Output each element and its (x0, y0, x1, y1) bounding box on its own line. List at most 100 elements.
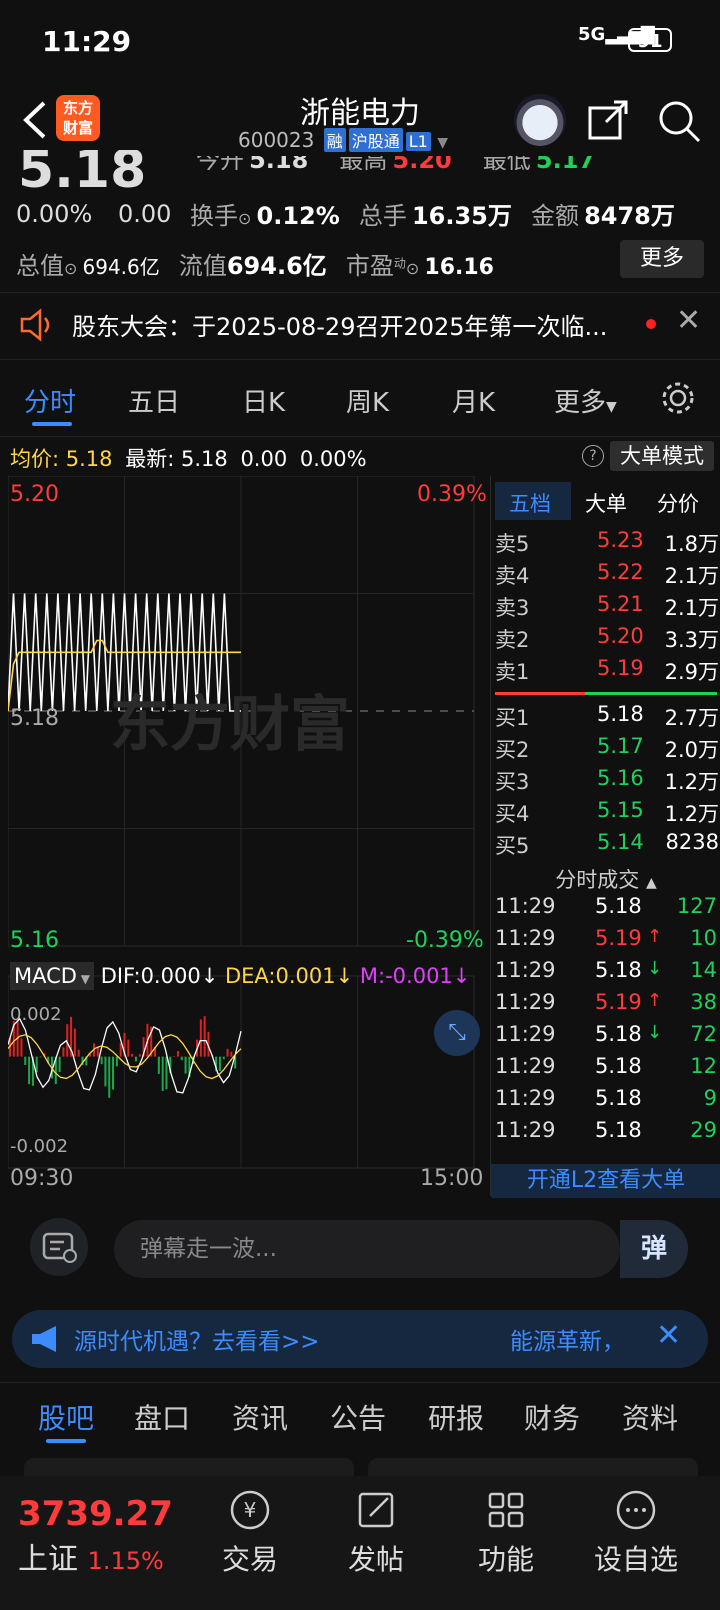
tick-row: 11:29 5.18 9 (495, 1086, 717, 1110)
tab-market-depth[interactable]: 盘口 (134, 1397, 190, 1437)
edit-icon (358, 1492, 394, 1528)
stock-code: 600023 (238, 128, 315, 152)
intraday-chart[interactable] (8, 476, 486, 1196)
macd-panel (8, 975, 475, 1169)
info-tabs: 股吧 盘口 资讯 公告 研报 财务 资料 (0, 1382, 720, 1449)
tab-five-day[interactable]: 五日 (128, 382, 180, 419)
notice-bar[interactable]: 股东大会：于2025-08-29召开2025年第一次临... ✕ (0, 292, 720, 360)
expand-icon[interactable]: ⤡ (434, 1010, 480, 1056)
pe-value: 16.16 (424, 255, 494, 280)
index-value: 3739.27 (18, 1494, 173, 1534)
share-icon[interactable] (586, 98, 630, 142)
y-axis-top: 5.20 (10, 482, 59, 507)
index-ticker[interactable]: 3739.27 上证 1.15% (18, 1494, 173, 1578)
big-order-mode-button[interactable]: 大单模式 (610, 441, 714, 471)
assistant-robot-icon[interactable] (514, 94, 566, 146)
index-pct: 1.15% (87, 1547, 164, 1575)
tag-connect: 沪股通 (348, 128, 403, 152)
quote-stats-row2: 总值⊙ 694.6亿 流值694.6亿 市盈动⊙ 16.16 (16, 252, 494, 280)
mktcap-label: 总值 (16, 252, 64, 280)
settings-gear-icon[interactable] (660, 380, 696, 416)
y-axis-top-pct: 0.39% (417, 482, 487, 507)
macd-axis-top: 0.002 (10, 1004, 62, 1025)
tab-five-level[interactable]: 五档 (509, 488, 551, 518)
volume-value: 16.35万 (411, 202, 512, 230)
promo-banner[interactable]: 源时代机遇？去看看>> 能源革新， ✕ (12, 1310, 708, 1368)
banner-text: 源时代机遇？去看看>> (74, 1329, 320, 1355)
float-value: 694.6亿 (226, 252, 327, 280)
nav-add-watchlist[interactable]: 设自选 (576, 1476, 696, 1578)
tab-profile[interactable]: 资料 (622, 1397, 678, 1437)
more-quote-button[interactable]: 更多 (620, 240, 704, 278)
search-icon[interactable] (656, 98, 702, 144)
ticks-header[interactable]: 分时成交 ▲ (491, 864, 720, 894)
stock-code-row[interactable]: 600023 融沪股通 L1 ▼ (238, 128, 448, 152)
close-icon[interactable]: ✕ (676, 303, 701, 338)
index-name: 上证 (18, 1542, 78, 1577)
tab-big-order[interactable]: 大单 (585, 488, 627, 518)
macd-dea: DEA:0.001↓ (224, 964, 354, 988)
ask-level-3: 卖3 5.21 2.1万 (495, 592, 719, 620)
nav-post[interactable]: 发帖 (316, 1476, 436, 1578)
dropdown-icon[interactable]: ▼ (437, 135, 448, 151)
status-bar: 11:29 5G▂▃▅▇ 91 (0, 0, 720, 80)
average-price-bar: 均价: 5.18 最新: 5.18 0.00 0.00% ? 大单模式 (0, 436, 720, 473)
tick-row: 11:29 5.18 ↓ 72 (495, 1022, 717, 1046)
tab-daily-k[interactable]: 日K (242, 382, 285, 419)
turnover-value: 0.12% (256, 202, 340, 230)
yen-coin-icon: ¥ (230, 1490, 270, 1530)
macd-selector[interactable]: MACD ▼ (10, 962, 94, 990)
bid-level-1: 买1 5.18 2.7万 (495, 702, 719, 730)
status-time: 11:29 (42, 25, 132, 58)
pe-label: 市盈 (345, 252, 394, 280)
bid-level-3: 买3 5.16 1.2万 (495, 766, 719, 794)
x-axis-start: 09:30 (10, 1166, 74, 1191)
tab-weekly-k[interactable]: 周K (346, 382, 389, 419)
y-axis-bottom-pct: -0.39% (406, 928, 484, 953)
change-value: 0.00 (118, 200, 172, 228)
macd-dif: DIF:0.000↓ (100, 964, 219, 988)
y-axis-mid: 5.18 (10, 706, 59, 731)
order-book: 五档 大单 分价 卖5 5.23 1.8万 卖4 5.22 2.1万 卖3 5.21 2.1万卖… (490, 476, 720, 1198)
latest-value: 5.18 (180, 447, 228, 471)
tick-row: 11:29 5.18 29 (495, 1118, 717, 1142)
tick-row: 11:29 5.19 ↑ 38 (495, 990, 717, 1014)
ask-bid-divider-red (495, 692, 585, 695)
help-icon[interactable]: ? (582, 445, 604, 467)
unread-dot (646, 319, 656, 329)
tab-financials[interactable]: 财务 (524, 1397, 580, 1437)
quote-row-scrolled: 今开 5.18 最高 5.20 最低 5.17 (196, 156, 596, 170)
ask-level-4: 卖4 5.22 2.1万 (495, 560, 719, 588)
current-price: 5.18 (18, 150, 147, 194)
tab-announcements[interactable]: 公告 (330, 1397, 386, 1437)
latest-pct: 0.00% (299, 447, 367, 471)
avg-value: 5.18 (65, 447, 113, 471)
amount-label: 金额 (530, 202, 579, 230)
danmu-toggle-icon[interactable] (30, 1218, 88, 1276)
nav-trade[interactable]: ¥ 交易 (190, 1476, 310, 1578)
close-icon[interactable]: ✕ (656, 1318, 681, 1353)
bid-level-2: 买2 5.17 2.0万 (495, 734, 719, 762)
tab-monthly-k[interactable]: 月K (452, 382, 495, 419)
tick-row: 11:29 5.19 ↑ 10 (495, 926, 717, 950)
ask-level-1: 卖1 5.19 2.9万 (495, 656, 719, 684)
tab-research[interactable]: 研报 (428, 1397, 484, 1437)
tab-price-dist[interactable]: 分价 (657, 488, 699, 518)
tab-more[interactable]: 更多▼ (554, 382, 617, 419)
active-tab-indicator (32, 422, 72, 426)
notice-text: 股东大会：于2025-08-29召开2025年第一次临... (72, 313, 608, 341)
nav-functions[interactable]: 功能 (446, 1476, 566, 1578)
danmu-send-button[interactable]: 弹 (620, 1220, 688, 1278)
tab-intraday[interactable]: 分时 (24, 382, 76, 419)
tab-news[interactable]: 资讯 (232, 1397, 288, 1437)
bottom-navbar: 3739.27 上证 1.15% ¥ 交易 发帖 功能 设自选 (0, 1476, 720, 1610)
amount-value: 8478万 (584, 202, 675, 230)
tab-forum[interactable]: 股吧 (38, 1397, 94, 1437)
grid-icon (488, 1492, 524, 1528)
tick-row: 11:29 5.18 127 (495, 894, 717, 918)
x-axis-end: 15:00 (420, 1166, 484, 1191)
l2-banner[interactable]: 开通L2查看大单 (491, 1164, 720, 1198)
danmu-input[interactable]: 弹幕走一波... (114, 1220, 620, 1278)
quote-stats-row1: 换手⊙ 0.12% 总手 16.35万 金额 8478万 (190, 202, 675, 230)
macd-axis-bottom: -0.002 (10, 1136, 69, 1157)
